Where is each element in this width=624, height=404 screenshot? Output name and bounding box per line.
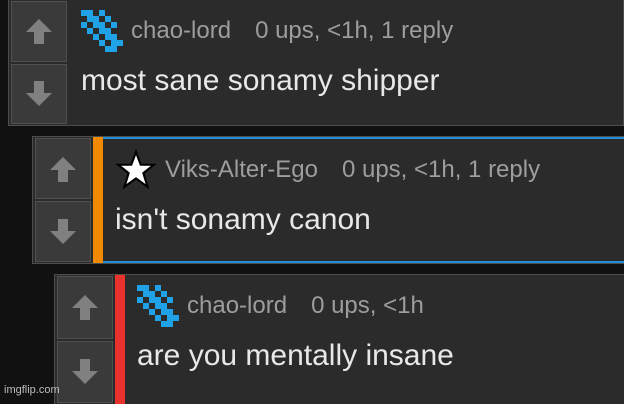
up-arrow-icon [72, 295, 98, 321]
downvote-button[interactable] [11, 63, 67, 124]
comment-header: Viks-Alter-Ego 0 ups, <1h, 1 reply [115, 139, 624, 201]
upvote-button[interactable] [11, 1, 67, 62]
comment-body: chao-lord 0 ups, <1h are you mentally in… [125, 275, 624, 404]
upvote-button[interactable] [35, 138, 91, 199]
down-arrow-icon [26, 80, 52, 106]
upvote-button[interactable] [57, 276, 113, 339]
vote-controls [55, 275, 115, 404]
comment-username[interactable]: Viks-Alter-Ego [165, 156, 318, 184]
comment-header: chao-lord 0 ups, <1h, 1 reply [81, 0, 623, 62]
comment: chao-lord 0 ups, <1h are you mentally in… [54, 274, 624, 404]
comment-body: chao-lord 0 ups, <1h, 1 reply most sane … [69, 0, 623, 125]
comment-meta: 0 ups, <1h, 1 reply [255, 17, 454, 44]
downvote-button[interactable] [35, 201, 91, 262]
reply-depth-bar [93, 137, 103, 263]
comment-username[interactable]: chao-lord [131, 17, 231, 45]
comment-text: isn't sonamy canon [115, 203, 371, 236]
reply-depth-bar [115, 275, 125, 404]
vote-controls [33, 137, 93, 263]
down-arrow-icon [72, 358, 98, 384]
up-arrow-icon [26, 19, 52, 45]
comment-meta: 0 ups, <1h [311, 292, 424, 319]
comment: chao-lord 0 ups, <1h, 1 reply most sane … [8, 0, 624, 126]
comment-body: Viks-Alter-Ego 0 ups, <1h, 1 reply isn't… [103, 137, 624, 263]
comment-text: are you mentally insane [137, 339, 454, 372]
comment: Viks-Alter-Ego 0 ups, <1h, 1 reply isn't… [32, 136, 624, 264]
down-arrow-icon [50, 218, 76, 244]
comment-meta: 0 ups, <1h, 1 reply [341, 156, 541, 183]
watermark: imgflip.com [4, 384, 60, 396]
comment-username[interactable]: chao-lord [187, 292, 287, 320]
comment-header: chao-lord 0 ups, <1h [137, 275, 624, 337]
vote-controls [9, 0, 69, 125]
star-avatar-icon[interactable] [115, 149, 157, 191]
comment-text: most sane sonamy shipper [81, 64, 440, 97]
pixel-pattern-avatar-icon[interactable] [81, 10, 123, 52]
up-arrow-icon [50, 156, 76, 182]
downvote-button[interactable] [57, 340, 113, 403]
pixel-pattern-avatar-icon[interactable] [137, 285, 179, 327]
